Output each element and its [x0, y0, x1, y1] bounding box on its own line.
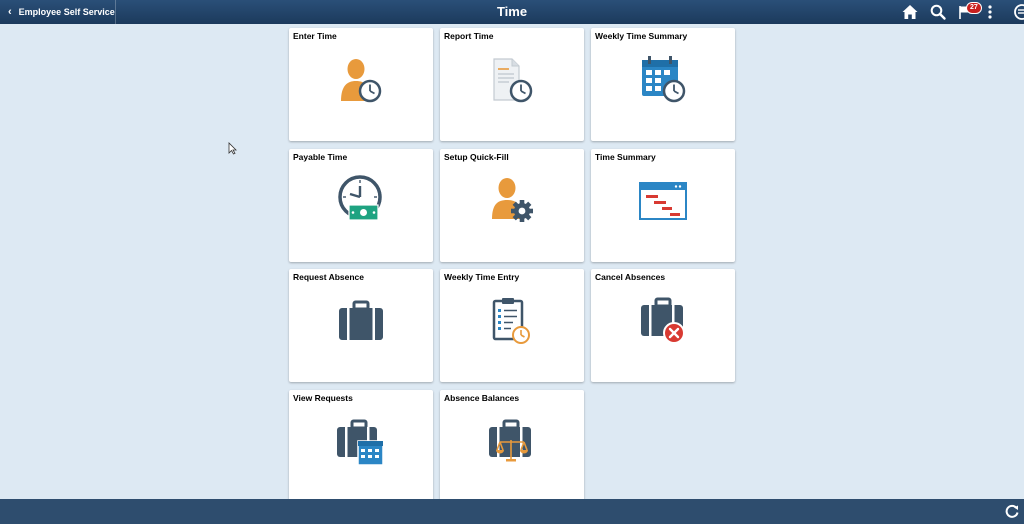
notification-count-badge: 27 [966, 2, 982, 14]
app-header: ‹ Employee Self Service Time 27 [0, 0, 1024, 24]
mouse-cursor-icon [228, 142, 237, 155]
tile-enter-time[interactable]: Enter Time [289, 28, 433, 141]
briefcase-scale-icon [489, 419, 531, 462]
tile-weekly-time-entry[interactable]: Weekly Time Entry [440, 269, 584, 382]
tile-label: Time Summary [595, 152, 656, 162]
tile-label: Weekly Time Entry [444, 272, 520, 282]
search-icon[interactable] [929, 3, 947, 21]
tile-cancel-absences[interactable]: Cancel Absences [591, 269, 735, 382]
page-title: Time [496, 4, 528, 19]
tile-label: Report Time [444, 31, 494, 41]
tile-label: Request Absence [293, 272, 365, 282]
tile-label: Payable Time [293, 152, 348, 162]
briefcase-cancel-icon [641, 297, 685, 344]
chevron-left-icon: ‹ [8, 5, 12, 18]
document-clock-icon [493, 58, 533, 103]
clock-money-icon [338, 175, 382, 221]
tile-label: Enter Time [293, 31, 337, 41]
tile-payable-time[interactable]: Payable Time [289, 149, 433, 262]
tile-label: Setup Quick-Fill [444, 152, 509, 162]
back-button[interactable]: ‹ Employee Self Service [0, 0, 116, 24]
home-icon[interactable] [901, 3, 919, 21]
tile-absence-balances[interactable]: Absence Balances [440, 390, 584, 503]
tile-view-requests[interactable]: View Requests [289, 390, 433, 503]
refresh-icon[interactable] [1004, 503, 1020, 519]
person-clock-icon [341, 59, 382, 103]
back-button-label: Employee Self Service [18, 7, 115, 17]
tile-label: Cancel Absences [595, 272, 666, 282]
briefcase-icon [339, 300, 383, 340]
briefcase-calendar-icon [337, 419, 384, 466]
notifications-button[interactable]: 27 [957, 2, 982, 21]
tile-label: Weekly Time Summary [595, 31, 688, 41]
tile-weekly-time-summary[interactable]: Weekly Time Summary [591, 28, 735, 141]
clipboard-clock-icon [492, 298, 530, 344]
tile-label: View Requests [293, 393, 353, 403]
tile-request-absence[interactable]: Request Absence [289, 269, 433, 382]
tile-setup-quick-fill[interactable]: Setup Quick-Fill [440, 149, 584, 262]
tile-label: Absence Balances [444, 393, 520, 403]
gantt-window-icon [639, 182, 687, 220]
calendar-clock-icon [642, 56, 686, 103]
tile-report-time[interactable]: Report Time [440, 28, 584, 141]
tile-time-summary[interactable]: Time Summary [591, 149, 735, 262]
navbar-icon[interactable] [1013, 3, 1024, 21]
person-gear-icon [492, 178, 533, 222]
footer-bar [0, 499, 1024, 524]
more-options-icon[interactable] [985, 3, 995, 21]
